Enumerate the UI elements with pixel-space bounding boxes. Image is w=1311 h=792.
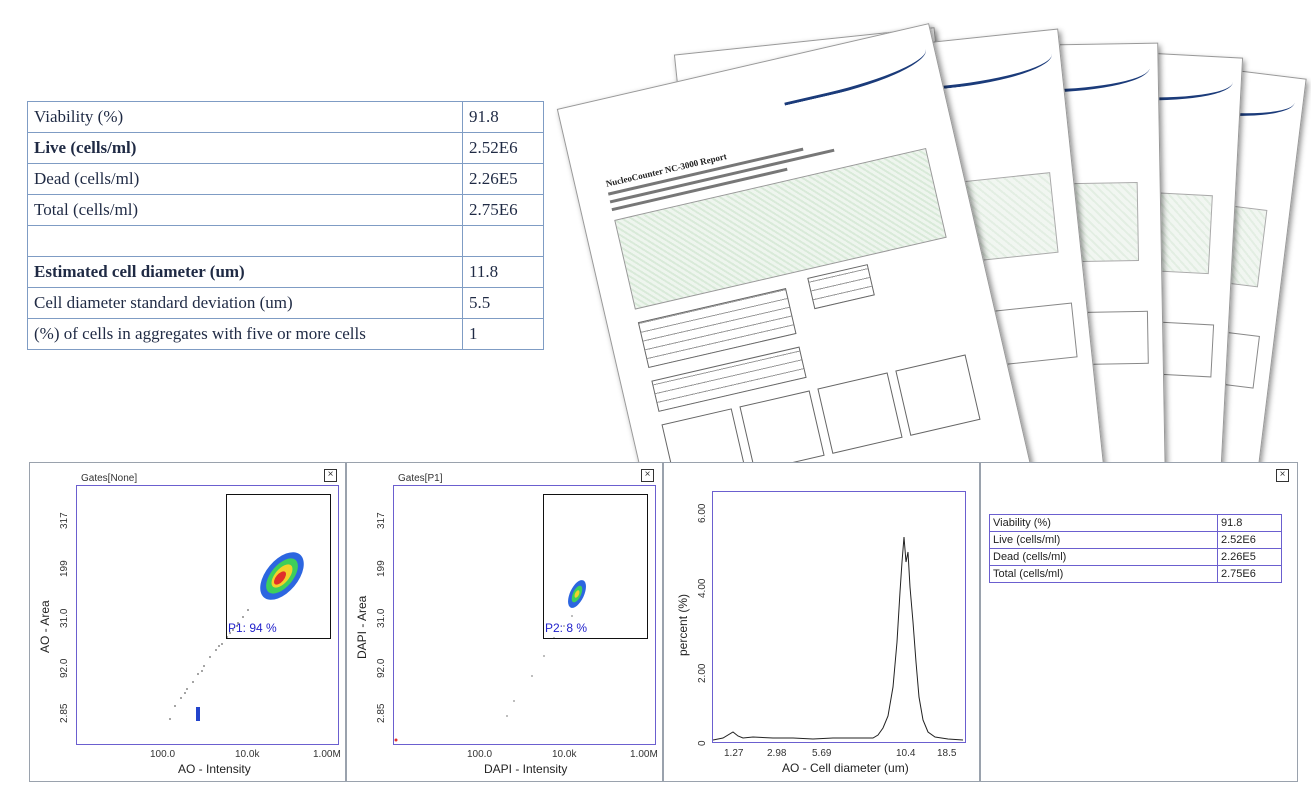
x-tick-label: 100.0 — [467, 749, 493, 760]
y-axis-label: AO - Area — [38, 600, 52, 653]
y-tick-label: 317 — [59, 512, 70, 529]
row-label: Total (cells/ml) — [27, 194, 463, 226]
row-value: 11.8 — [462, 256, 544, 288]
gate-label: P2: 8 % — [545, 621, 588, 635]
x-tick-label: 10.4 — [896, 748, 916, 759]
y-tick-label: 199 — [59, 560, 70, 577]
row-value: 2.75E6 — [462, 194, 544, 226]
table-row: Viability (%) 91.8 — [27, 101, 544, 133]
row-value: 2.26E5 — [1217, 548, 1282, 566]
plot-area[interactable]: P2: 8 % — [393, 485, 656, 745]
x-tick-label: 100.0 — [150, 749, 176, 760]
table-row: Dead (cells/ml) 2.26E5 — [989, 548, 1282, 566]
y-tick-label: 2.85 — [376, 703, 387, 723]
x-tick-label: 5.69 — [812, 748, 832, 759]
close-box-icon[interactable]: × — [641, 469, 654, 482]
x-tick-label: 1.00M — [630, 749, 658, 760]
report-plot — [817, 372, 903, 454]
table-row: Live (cells/ml) 2.52E6 — [27, 132, 544, 164]
y-tick-label: 92.0 — [59, 658, 70, 678]
plot-area[interactable] — [712, 491, 966, 743]
x-tick-label: 1.27 — [724, 748, 744, 759]
row-value — [462, 225, 544, 257]
row-label: Cell diameter standard deviation (um) — [27, 287, 463, 319]
table-row: Total (cells/ml) 2.75E6 — [989, 565, 1282, 583]
row-value: 91.8 — [462, 101, 544, 133]
histogram-line — [713, 536, 964, 741]
x-tick-label: 1.00M — [313, 749, 341, 760]
row-label: Estimated cell diameter (um) — [27, 256, 463, 288]
report-plot — [739, 390, 825, 472]
table-row: Cell diameter standard deviation (um) 5.… — [27, 287, 544, 319]
x-tick-label: 10.0k — [235, 749, 260, 760]
row-label: Viability (%) — [989, 514, 1218, 532]
y-tick-label: 2.00 — [697, 663, 708, 683]
y-tick-label: 0 — [697, 740, 708, 746]
table-row: Total (cells/ml) 2.75E6 — [27, 194, 544, 226]
row-label: Dead (cells/ml) — [989, 548, 1218, 566]
row-label: (%) of cells in aggregates with five or … — [27, 318, 463, 350]
table-row: Viability (%) 91.8 — [989, 514, 1282, 532]
row-value: 1 — [462, 318, 544, 350]
table-row: (%) of cells in aggregates with five or … — [27, 318, 544, 350]
y-tick-label: 6.00 — [697, 503, 708, 523]
y-tick-label: 31.0 — [376, 608, 387, 628]
report-plot — [895, 354, 981, 436]
histogram-panel: percent (%) 0 2.00 4.00 6.00 1.27 2.98 5… — [663, 462, 980, 782]
y-tick-label: 199 — [376, 560, 387, 577]
table-row: Dead (cells/ml) 2.26E5 — [27, 163, 544, 195]
row-value: 91.8 — [1217, 514, 1282, 532]
scatter-panel-p2: Gates[P1] × P2: 8 % DAPI - Area 2.85 92.… — [346, 462, 663, 782]
y-axis-label: percent (%) — [676, 593, 690, 656]
x-tick-label: 18.5 — [937, 748, 957, 759]
y-tick-label: 31.0 — [59, 608, 70, 628]
row-label: Total (cells/ml) — [989, 565, 1218, 583]
results-table: Viability (%) 91.8 Live (cells/ml) 2.52E… — [989, 514, 1282, 583]
y-axis-label: DAPI - Area — [355, 595, 369, 659]
y-tick-label: 92.0 — [376, 658, 387, 678]
gate-region-p1[interactable] — [226, 494, 331, 639]
table-row — [27, 225, 544, 257]
row-label — [27, 225, 463, 257]
plot-area[interactable]: P1: 94 % — [76, 485, 339, 745]
close-box-icon[interactable]: × — [324, 469, 337, 482]
table-row: Estimated cell diameter (um) 11.8 — [27, 256, 544, 288]
gates-label: Gates[P1] — [398, 473, 443, 484]
row-value: 2.52E6 — [462, 132, 544, 164]
summary-table: Viability (%) 91.8 Live (cells/ml) 2.52E… — [27, 101, 544, 350]
row-value: 2.75E6 — [1217, 565, 1282, 583]
x-tick-label: 10.0k — [552, 749, 577, 760]
x-axis-label: DAPI - Intensity — [484, 762, 568, 776]
row-label: Live (cells/ml) — [989, 531, 1218, 549]
close-box-icon[interactable]: × — [1276, 469, 1289, 482]
gate-region-p2[interactable] — [543, 494, 648, 639]
y-tick-label: 4.00 — [697, 578, 708, 598]
row-value: 2.52E6 — [1217, 531, 1282, 549]
x-tick-label: 2.98 — [767, 748, 787, 759]
row-value: 5.5 — [462, 287, 544, 319]
x-axis-label: AO - Cell diameter (um) — [782, 761, 909, 775]
y-tick-label: 317 — [376, 512, 387, 529]
report-table — [807, 264, 875, 310]
gate-label: P1: 94 % — [228, 621, 277, 635]
row-value: 2.26E5 — [462, 163, 544, 195]
scatter-panel-p1: Gates[None] × P1: 94 % AO - Area 2.85 92… — [29, 462, 346, 782]
row-label: Dead (cells/ml) — [27, 163, 463, 195]
row-label: Live (cells/ml) — [27, 132, 463, 164]
table-row: Live (cells/ml) 2.52E6 — [989, 531, 1282, 549]
row-label: Viability (%) — [27, 101, 463, 133]
gates-label: Gates[None] — [81, 473, 138, 484]
y-tick-label: 2.85 — [59, 703, 70, 723]
results-panel: × Viability (%) 91.8 Live (cells/ml) 2.5… — [980, 462, 1298, 782]
x-axis-label: AO - Intensity — [178, 762, 251, 776]
